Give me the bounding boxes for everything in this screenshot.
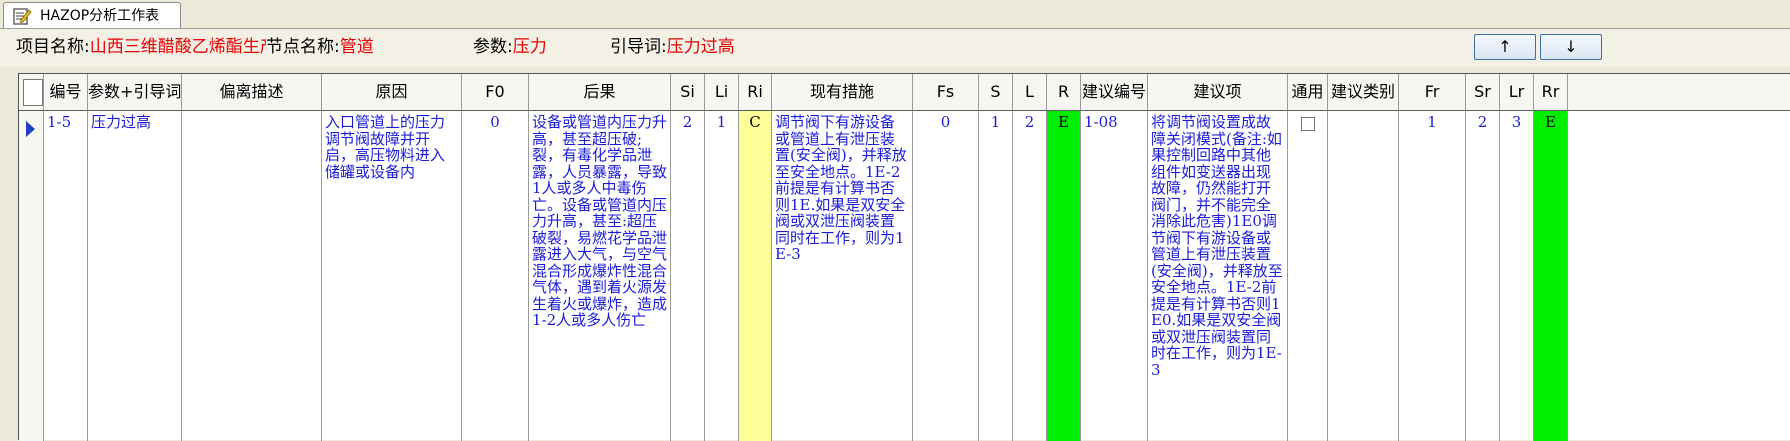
column-header-suggestion-category[interactable]: 建议类别 — [1328, 74, 1399, 111]
column-header-fs[interactable]: Fs — [913, 74, 979, 111]
guideword: 引导词:压力过高 — [610, 37, 735, 57]
row-filler — [1568, 111, 1790, 441]
tab-strip: HAZOP分析工作表 — [0, 0, 1790, 28]
column-header-f0[interactable]: F0 — [462, 74, 529, 111]
cell-fr[interactable]: 1 — [1399, 111, 1466, 441]
node-value: 管道 — [339, 37, 374, 57]
column-header-fr[interactable]: Fr — [1399, 74, 1466, 111]
cell-cause[interactable]: 入口管道上的压力调节阀故障并开启，高压物料进入储罐或设备内 — [322, 111, 462, 441]
column-header-li[interactable]: Li — [705, 74, 739, 111]
cell-general — [1288, 111, 1328, 441]
worksheet-edit-icon — [12, 6, 32, 26]
column-header-lr[interactable]: Lr — [1500, 74, 1534, 111]
move-down-button[interactable]: ↓ — [1540, 34, 1602, 60]
project-value: 山西三维醋酸乙烯酯生产 — [89, 37, 277, 57]
cell-measures[interactable]: 调节阀下有游设备或管道上有泄压装置(安全阀)，并释放至安全地点。1E-2前提是有… — [772, 111, 913, 441]
column-header-filler — [1568, 74, 1790, 111]
parameter-value: 压力 — [512, 37, 547, 57]
move-up-button[interactable]: ↑ — [1474, 34, 1536, 60]
cell-lr[interactable]: 3 — [1500, 111, 1534, 441]
select-all-box[interactable] — [23, 79, 43, 106]
column-header-r[interactable]: R — [1047, 74, 1081, 111]
cell-deviation[interactable] — [182, 111, 322, 441]
cell-si[interactable]: 2 — [671, 111, 705, 441]
cell-suggestion-category[interactable] — [1328, 111, 1399, 441]
node-name: 节点名称:管道 — [266, 37, 374, 57]
cell-r[interactable]: E — [1047, 111, 1081, 441]
cell-suggestion[interactable]: 将调节阀设置成故障关闭模式(备注:如果控制回路中其他组件如变送器出现故障，仍然能… — [1148, 111, 1288, 441]
column-header-general[interactable]: 通用 — [1288, 74, 1328, 111]
node-label: 节点名称: — [266, 37, 340, 57]
cell-f0[interactable]: 0 — [462, 111, 529, 441]
cell-rr[interactable]: E — [1534, 111, 1568, 441]
cell-sr[interactable]: 2 — [1466, 111, 1500, 441]
general-checkbox[interactable] — [1300, 117, 1315, 131]
column-header-ri[interactable]: Ri — [739, 74, 772, 111]
cell-id[interactable]: 1-5 — [44, 111, 88, 441]
row-selector[interactable] — [19, 111, 44, 441]
column-header-rr[interactable]: Rr — [1534, 74, 1568, 111]
guideword-value: 压力过高 — [666, 37, 735, 57]
cell-consequence[interactable]: 设备或管道内压力升高，甚至超压破;裂，有毒化学品泄露，人员暴露，导致1人或多人中… — [529, 111, 671, 441]
guideword-label: 引导词: — [610, 37, 667, 57]
column-header-suggestion[interactable]: 建议项 — [1148, 74, 1288, 111]
cell-fs[interactable]: 0 — [913, 111, 979, 441]
tab-hazop-worksheet[interactable]: HAZOP分析工作表 — [3, 2, 181, 28]
tab-label: HAZOP分析工作表 — [40, 8, 160, 24]
column-header-deviation[interactable]: 偏离描述 — [182, 74, 322, 111]
column-header-l[interactable]: L — [1013, 74, 1047, 111]
parameter: 参数:压力 — [473, 37, 547, 57]
cell-suggestion-id[interactable]: 1-08 — [1081, 111, 1148, 441]
project-label: 项目名称: — [16, 37, 90, 57]
column-header-cause[interactable]: 原因 — [322, 74, 462, 111]
parameter-label: 参数: — [473, 37, 513, 57]
current-row-arrow-icon — [26, 121, 35, 137]
cell-ri[interactable]: C — [739, 111, 772, 441]
worksheet-header: 项目名称:山西三维醋酸乙烯酯生产 节点名称:管道 参数:压力 引导词:压力过高 … — [0, 28, 1790, 67]
hazop-grid: 编号 参数+引导词 偏离描述 原因 F0 后果 Si Li Ri 现有措施 Fs… — [18, 73, 1790, 441]
row-selector-header[interactable] — [19, 74, 44, 111]
cell-s[interactable]: 1 — [979, 111, 1013, 441]
column-header-measures[interactable]: 现有措施 — [772, 74, 913, 111]
cell-li[interactable]: 1 — [705, 111, 739, 441]
project-name: 项目名称:山西三维醋酸乙烯酯生产 — [16, 37, 277, 57]
cell-l[interactable]: 2 — [1013, 111, 1047, 441]
column-header-param-guideword[interactable]: 参数+引导词 — [88, 74, 182, 111]
column-header-id[interactable]: 编号 — [44, 74, 88, 111]
column-header-sr[interactable]: Sr — [1466, 74, 1500, 111]
column-header-s[interactable]: S — [979, 74, 1013, 111]
column-header-consequence[interactable]: 后果 — [529, 74, 671, 111]
column-header-suggestion-id[interactable]: 建议编号 — [1081, 74, 1148, 111]
cell-param-guideword[interactable]: 压力过高 — [88, 111, 182, 441]
column-header-si[interactable]: Si — [671, 74, 705, 111]
